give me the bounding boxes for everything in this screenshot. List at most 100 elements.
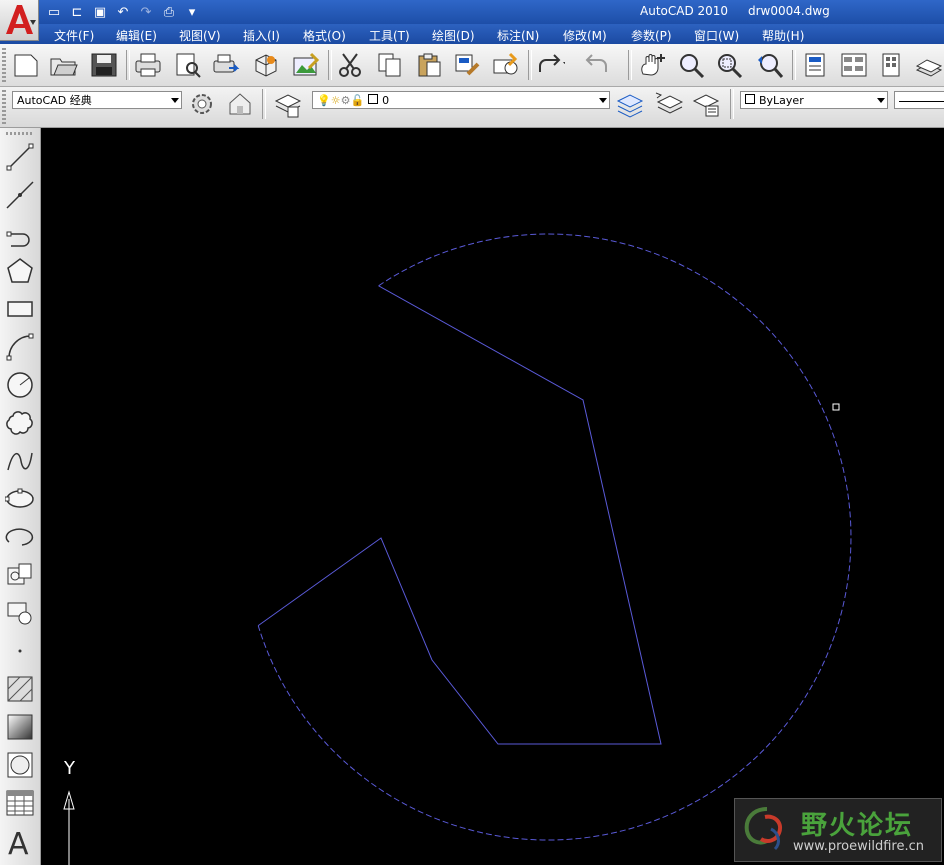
redo-icon[interactable]: ↷ (136, 3, 156, 21)
pan-icon[interactable] (636, 50, 668, 80)
save-icon[interactable]: ▣ (90, 3, 110, 21)
ellipse-icon[interactable] (2, 482, 38, 516)
layer-state-icon[interactable] (690, 89, 722, 119)
rectangle-icon[interactable] (2, 292, 38, 326)
design-center-icon[interactable] (290, 50, 322, 80)
menu-help[interactable]: 帮助(H) (762, 27, 804, 44)
lightbulb-icon: 💡 (317, 94, 331, 107)
color-dropdown[interactable]: ByLayer (740, 91, 888, 109)
zoom-realtime-icon[interactable] (676, 50, 708, 80)
undo-icon[interactable] (580, 50, 612, 80)
lock-open-icon: 🔓 (350, 94, 365, 107)
watermark-logo: 野火论坛 www.proewildfire.cn (734, 798, 942, 862)
menu-format[interactable]: 格式(O) (303, 27, 346, 44)
design-center-panel-icon[interactable] (838, 50, 870, 80)
menu-edit[interactable]: 编辑(E) (116, 27, 157, 44)
sun-icon: ☼ (330, 94, 341, 107)
outer-arc[interactable] (257, 233, 852, 841)
layers-toolbar: AutoCAD 经典 💡☼⚙🔓 0 ByLayer (0, 87, 944, 128)
chevron-down-icon (599, 98, 607, 103)
block-editor-icon[interactable] (490, 50, 522, 80)
dropdown-icon[interactable]: ▾ (182, 3, 202, 21)
redo-icon[interactable] (534, 50, 566, 80)
insert-block-icon[interactable] (2, 558, 38, 592)
menu-view[interactable]: 视图(V) (179, 27, 221, 44)
properties-icon[interactable] (800, 50, 832, 80)
menu-draw[interactable]: 绘图(D) (432, 27, 475, 44)
notch-polyline[interactable] (257, 285, 662, 745)
separator (528, 50, 532, 80)
watermark-url: www.proewildfire.cn (793, 839, 924, 854)
line-tool-icon[interactable] (2, 140, 38, 174)
drawing-svg (63, 233, 852, 865)
toolbar-grip[interactable] (2, 48, 6, 82)
layer-previous-icon[interactable] (652, 89, 684, 119)
title-bar: ▭ ⊏ ▣ ↶ ↷ ⎙ ▾ AutoCAD 2010 drw0004.dwg (0, 0, 944, 24)
toolbar-grip[interactable] (6, 132, 34, 135)
spline-icon[interactable] (2, 444, 38, 478)
ucs-y-label: Y (64, 758, 75, 779)
new-icon[interactable]: ▭ (44, 3, 64, 21)
menu-dimension[interactable]: 标注(N) (497, 27, 539, 44)
layer-dropdown[interactable]: 💡☼⚙🔓 0 (312, 91, 610, 109)
print-icon[interactable]: ⎙ (159, 3, 179, 21)
open-icon[interactable]: ⊏ (67, 3, 87, 21)
save-icon[interactable] (88, 50, 120, 80)
tool-palettes-icon[interactable] (876, 50, 908, 80)
construction-line-icon[interactable] (2, 178, 38, 212)
menu-tools[interactable]: 工具(T) (369, 27, 410, 44)
plot-preview-icon[interactable] (172, 50, 204, 80)
application-menu-button[interactable] (0, 0, 39, 41)
menu-modify[interactable]: 修改(M) (563, 27, 607, 44)
make-block-icon[interactable] (2, 596, 38, 630)
open-icon[interactable] (48, 50, 80, 80)
table-icon[interactable] (2, 786, 38, 820)
autocad-logo-icon (6, 5, 36, 34)
region-icon[interactable] (2, 748, 38, 782)
sheet-set-icon[interactable] (912, 50, 944, 80)
multiline-text-icon[interactable]: A (2, 824, 38, 858)
hatch-icon[interactable] (2, 672, 38, 706)
new-icon[interactable] (10, 50, 42, 80)
make-current-layer-icon[interactable] (614, 89, 646, 119)
plot-icon[interactable] (132, 50, 164, 80)
cut-icon[interactable] (334, 50, 366, 80)
undo-icon[interactable]: ↶ (113, 3, 133, 21)
menu-file[interactable]: 文件(F) (54, 27, 94, 44)
grip-point[interactable] (832, 403, 840, 411)
linetype-preview (899, 100, 944, 102)
polygon-icon[interactable] (2, 254, 38, 288)
quick-access-toolbar: ▭ ⊏ ▣ ↶ ↷ ⎙ ▾ (44, 3, 202, 21)
menu-window[interactable]: 窗口(W) (694, 27, 739, 44)
drawing-geometry (257, 233, 852, 841)
menu-insert[interactable]: 插入(I) (243, 27, 280, 44)
point-icon[interactable] (2, 634, 38, 668)
publish-icon[interactable] (210, 50, 242, 80)
match-properties-icon[interactable] (452, 50, 484, 80)
zoom-window-icon[interactable] (714, 50, 746, 80)
linetype-dropdown[interactable] (894, 91, 944, 109)
color-value: ByLayer (759, 94, 804, 107)
ellipse-arc-icon[interactable] (2, 520, 38, 554)
polyline-icon[interactable] (2, 216, 38, 250)
workspace-settings-icon[interactable] (186, 89, 218, 119)
layer-value: 0 (382, 94, 390, 107)
workspace-home-icon[interactable] (224, 89, 256, 119)
paste-icon[interactable] (414, 50, 446, 80)
standard-toolbar (0, 44, 944, 87)
workspace-dropdown[interactable]: AutoCAD 经典 (12, 91, 182, 109)
arc-icon[interactable] (2, 330, 38, 364)
toolbar-grip[interactable] (2, 90, 6, 124)
layer-properties-icon[interactable] (272, 89, 304, 119)
zoom-previous-icon[interactable] (754, 50, 786, 80)
3d-dwf-icon[interactable] (250, 50, 282, 80)
workspace-value: AutoCAD 经典 (17, 94, 92, 107)
menu-bar: 文件(F) 编辑(E) 视图(V) 插入(I) 格式(O) 工具(T) 绘图(D… (0, 24, 944, 44)
revision-cloud-icon[interactable] (2, 406, 38, 440)
gradient-icon[interactable] (2, 710, 38, 744)
drawing-area[interactable]: Y (46, 132, 944, 865)
circle-icon[interactable] (2, 368, 38, 402)
separator (730, 89, 734, 119)
copy-icon[interactable] (374, 50, 406, 80)
menu-parametric[interactable]: 参数(P) (631, 27, 672, 44)
